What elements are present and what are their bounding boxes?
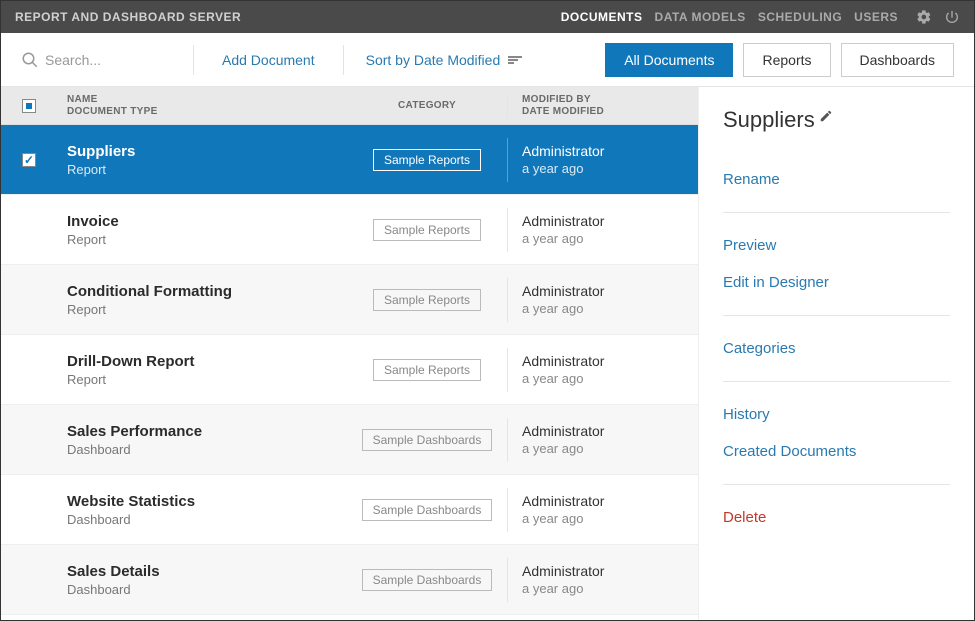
pencil-icon[interactable]: [819, 109, 833, 123]
filter-reports[interactable]: Reports: [743, 43, 830, 77]
document-grid: NAME DOCUMENT TYPE CATEGORY MODIFIED BY …: [1, 87, 699, 620]
detail-title: Suppliers: [723, 107, 815, 133]
filter-segment: All Documents Reports Dashboards: [605, 43, 962, 77]
category-badge[interactable]: Sample Dashboards: [362, 429, 493, 451]
power-icon[interactable]: [944, 9, 960, 25]
action-delete[interactable]: Delete: [723, 499, 950, 536]
modified-by: Administrator: [522, 213, 698, 229]
search-wrap: [13, 51, 183, 69]
modified-by: Administrator: [522, 563, 698, 579]
table-row[interactable]: Conditional Formatting Report Sample Repor…: [1, 265, 698, 335]
doc-name: Sales Details: [67, 563, 347, 580]
doc-name: Invoice: [67, 213, 347, 230]
category-badge[interactable]: Sample Reports: [373, 219, 481, 241]
detail-title-wrap: Suppliers: [723, 107, 950, 133]
nav-scheduling[interactable]: SCHEDULING: [758, 10, 842, 24]
doc-name: Conditional Formatting: [67, 283, 347, 300]
table-row[interactable]: Suppliers Report Sample Reports Administrat…: [1, 125, 698, 195]
modified-by: Administrator: [522, 493, 698, 509]
doc-name: Suppliers: [67, 143, 347, 160]
topbar: REPORT AND DASHBOARD SERVER DOCUMENTS DA…: [1, 1, 974, 33]
action-rename[interactable]: Rename: [723, 161, 950, 198]
action-edit-designer[interactable]: Edit in Designer: [723, 264, 950, 301]
col-header-modified-by[interactable]: MODIFIED BY: [522, 94, 698, 106]
filter-all-documents[interactable]: All Documents: [605, 43, 733, 77]
modified-date: a year ago: [522, 371, 698, 386]
doc-type: Report: [67, 302, 347, 317]
modified-date: a year ago: [522, 301, 698, 316]
modified-date: a year ago: [522, 231, 698, 246]
modified-date: a year ago: [522, 581, 698, 596]
doc-name: Drill-Down Report: [67, 353, 347, 370]
search-input[interactable]: [45, 52, 165, 68]
app-title: REPORT AND DASHBOARD SERVER: [15, 10, 241, 24]
col-header-name[interactable]: NAME: [67, 94, 347, 106]
modified-date: a year ago: [522, 511, 698, 526]
doc-type: Report: [67, 232, 347, 247]
action-created-documents[interactable]: Created Documents: [723, 433, 950, 470]
modified-by: Administrator: [522, 143, 698, 159]
sort-icon: [508, 55, 522, 65]
col-header-document-type[interactable]: DOCUMENT TYPE: [67, 106, 347, 118]
nav-data-models[interactable]: DATA MODELS: [655, 10, 746, 24]
add-document-link[interactable]: Add Document: [204, 52, 333, 68]
grid-header: NAME DOCUMENT TYPE CATEGORY MODIFIED BY …: [1, 87, 698, 125]
doc-type: Report: [67, 162, 347, 177]
doc-type: Report: [67, 372, 347, 387]
modified-date: a year ago: [522, 441, 698, 456]
modified-by: Administrator: [522, 353, 698, 369]
action-history[interactable]: History: [723, 396, 950, 433]
category-badge[interactable]: Sample Dashboards: [362, 499, 493, 521]
category-badge[interactable]: Sample Dashboards: [362, 569, 493, 591]
toolbar: Add Document Sort by Date Modified All D…: [1, 33, 974, 87]
row-checkbox[interactable]: [22, 153, 36, 167]
modified-by: Administrator: [522, 283, 698, 299]
modified-date: a year ago: [522, 161, 698, 176]
nav-documents[interactable]: DOCUMENTS: [561, 10, 643, 24]
modified-by: Administrator: [522, 423, 698, 439]
doc-type: Dashboard: [67, 582, 347, 597]
col-header-date-modified[interactable]: DATE MODIFIED: [522, 106, 698, 118]
table-row[interactable]: Sales Performance Dashboard Sample Dashboa…: [1, 405, 698, 475]
action-categories[interactable]: Categories: [723, 330, 950, 367]
divider: [193, 45, 194, 75]
divider: [343, 45, 344, 75]
category-badge[interactable]: Sample Reports: [373, 149, 481, 171]
category-badge[interactable]: Sample Reports: [373, 289, 481, 311]
table-row[interactable]: Sales Details Dashboard Sample Dashboards A…: [1, 545, 698, 615]
search-icon: [21, 51, 39, 69]
doc-type: Dashboard: [67, 442, 347, 457]
col-header-category[interactable]: CATEGORY: [347, 100, 507, 111]
doc-name: Website Statistics: [67, 493, 347, 510]
doc-name: Sales Performance: [67, 423, 347, 440]
table-row[interactable]: Invoice Report Sample Reports Administrator…: [1, 195, 698, 265]
table-row[interactable]: Drill-Down Report Report Sample Reports Adm…: [1, 335, 698, 405]
action-preview[interactable]: Preview: [723, 227, 950, 264]
sort-control[interactable]: Sort by Date Modified: [354, 52, 535, 68]
filter-dashboards[interactable]: Dashboards: [841, 43, 955, 77]
nav-users[interactable]: USERS: [854, 10, 898, 24]
gear-icon[interactable]: [916, 9, 932, 25]
category-badge[interactable]: Sample Reports: [373, 359, 481, 381]
sort-label: Sort by Date Modified: [366, 52, 501, 68]
detail-panel: Suppliers Rename Preview Edit in Designe…: [699, 87, 974, 620]
select-all-checkbox[interactable]: [22, 99, 36, 113]
table-row[interactable]: Website Statistics Dashboard Sample Dashbo…: [1, 475, 698, 545]
doc-type: Dashboard: [67, 512, 347, 527]
